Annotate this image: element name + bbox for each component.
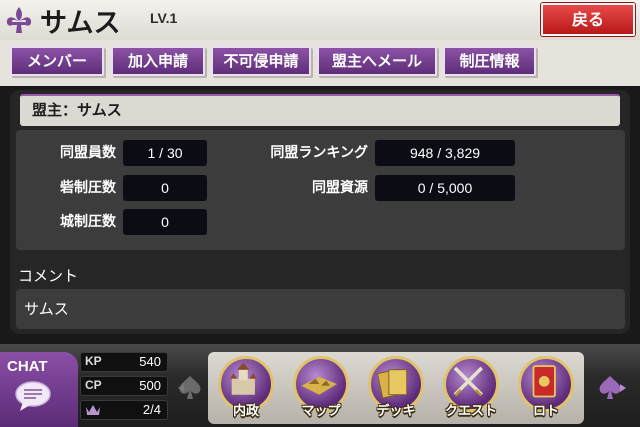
main-area: 盟主：サムス 同盟員数 1 / 30 砦制圧数 0 城制圧数 0 同盟ランキング… <box>0 86 640 344</box>
header-bar: サムス LV.1 戻る <box>0 0 640 40</box>
cp-label: CP <box>85 378 102 392</box>
castle-conquest-label: 城制圧数 <box>60 214 116 230</box>
spade-arrow-right-icon[interactable] <box>596 374 628 404</box>
menu-domestic[interactable]: 内政 <box>210 354 282 424</box>
tab-bar: メンバー 加入申請 不可侵申請 盟主へメール 制圧情報 <box>0 40 640 86</box>
kp-value: 540 <box>139 354 161 369</box>
kp-label: KP <box>85 354 102 368</box>
menu-quest-label: クエスト <box>444 404 497 419</box>
stats-box: 同盟員数 1 / 30 砦制圧数 0 城制圧数 0 同盟ランキング 948 / … <box>16 130 625 250</box>
fleur-de-lis-icon <box>6 7 32 33</box>
menu-domestic-label: 内政 <box>232 404 259 419</box>
cp-value: 500 <box>139 378 161 393</box>
deck-row: 2/4 <box>80 400 168 420</box>
comment-text: サムス <box>16 289 625 329</box>
main-menu-plate: 内政 マップ デッキ クエスト ロト <box>208 352 584 424</box>
ranking-label: 同盟ランキング <box>270 145 368 161</box>
alliance-level: LV.1 <box>150 10 178 26</box>
tab-mail-leader[interactable]: 盟主へメール <box>317 46 437 76</box>
tab-conquest-info[interactable]: 制圧情報 <box>443 46 536 76</box>
deck-value: 2/4 <box>142 402 161 417</box>
menu-lotto-label: ロト <box>532 404 559 419</box>
tab-members[interactable]: メンバー <box>10 46 104 76</box>
resources-value: 0 / 5,000 <box>375 175 515 201</box>
menu-deck-label: デッキ <box>376 404 416 419</box>
fort-conquest-label: 砦制圧数 <box>60 180 116 196</box>
spade-arrow-left-icon[interactable] <box>176 374 204 402</box>
fort-conquest-value: 0 <box>123 175 207 201</box>
chat-button[interactable]: CHAT <box>0 352 78 427</box>
castle-conquest-value: 0 <box>123 209 207 235</box>
menu-lotto[interactable]: ロト <box>510 354 582 424</box>
comment-label: コメント <box>18 267 79 285</box>
ranking-value: 948 / 3,829 <box>375 140 515 166</box>
speech-bubble-icon <box>15 381 51 411</box>
members-label: 同盟員数 <box>60 145 116 161</box>
tab-join-requests[interactable]: 加入申請 <box>111 46 205 76</box>
menu-quest[interactable]: クエスト <box>435 354 507 424</box>
alliance-info-panel: 盟主：サムス 同盟員数 1 / 30 砦制圧数 0 城制圧数 0 同盟ランキング… <box>10 90 630 334</box>
resources-label: 同盟資源 <box>312 180 368 196</box>
menu-map[interactable]: マップ <box>285 354 357 424</box>
crown-icon <box>86 405 100 415</box>
cp-row: CP 500 <box>80 376 168 396</box>
tab-non-aggression-requests[interactable]: 不可侵申請 <box>211 46 311 76</box>
menu-deck[interactable]: デッキ <box>360 354 432 424</box>
alliance-title: サムス <box>40 8 121 39</box>
leader-heading: 盟主：サムス <box>20 94 620 126</box>
members-value: 1 / 30 <box>123 140 207 166</box>
menu-map-label: マップ <box>301 404 341 419</box>
kp-row: KP 540 <box>80 352 168 372</box>
bottom-bar: CHAT KP 540 CP 500 2/4 内政 マップ デッキ クエスト ロ… <box>0 344 640 427</box>
back-button[interactable]: 戻る <box>541 3 635 36</box>
chat-label: CHAT <box>7 358 48 375</box>
